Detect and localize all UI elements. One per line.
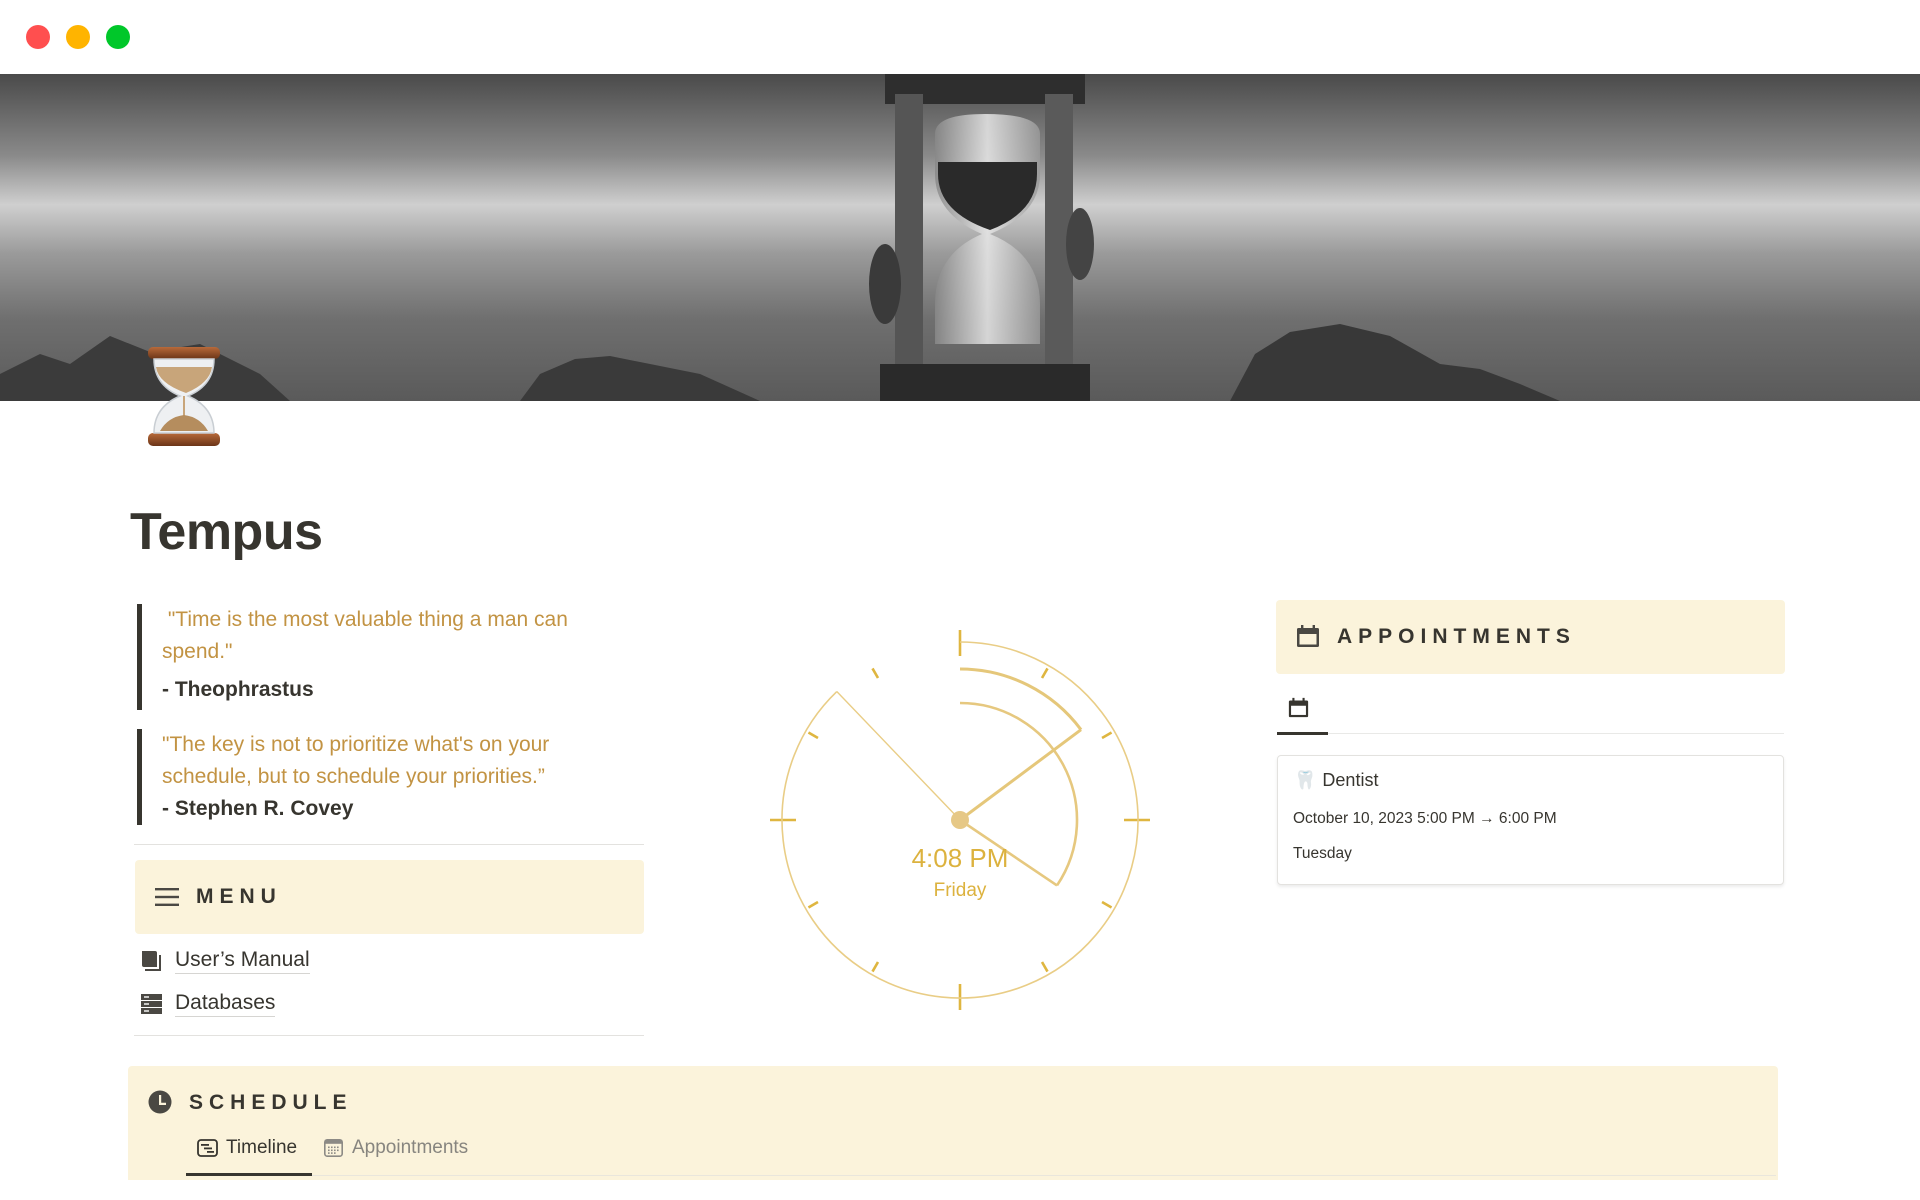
cover-image	[0, 74, 1920, 401]
quote-text-line: "The key is not to prioritize what's on …	[162, 733, 550, 756]
calendar-grid-icon	[324, 1139, 343, 1157]
tab-label: Appointments	[352, 1137, 469, 1158]
divider	[134, 844, 644, 845]
calendar-view-tab[interactable]	[1288, 697, 1309, 718]
clock-day-label: Friday	[934, 880, 987, 901]
appointment-date-range: October 10, 2023 5:00 PM → 6:00 PM	[1293, 810, 1557, 827]
minimize-window-button[interactable]	[66, 25, 90, 49]
appointment-card[interactable]: 🦷 Dentist October 10, 2023 5:00 PM → 6:0…	[1277, 755, 1784, 885]
clock-minor-tick	[1101, 900, 1113, 909]
book-icon	[142, 950, 161, 971]
quote-text-line: schedule, but to schedule your prioritie…	[162, 765, 545, 788]
quote-block: "The key is not to prioritize what's on …	[137, 729, 607, 825]
clock-center-dot	[951, 811, 969, 829]
quote-author: - Stephen R. Covey	[162, 797, 354, 820]
page-title: Tempus	[130, 503, 323, 561]
menu-callout: MENU	[135, 860, 644, 934]
zoom-window-button[interactable]	[106, 25, 130, 49]
quote-text-line: "Time is the most valuable thing a man c…	[162, 608, 568, 631]
clock-minor-tick	[871, 667, 880, 679]
tab-label: Timeline	[226, 1137, 298, 1158]
divider	[134, 1035, 644, 1036]
clock-widget: 4:08 PM Friday	[770, 630, 1150, 1010]
tab-appointments[interactable]: Appointments	[324, 1137, 468, 1159]
quote-block: "Time is the most valuable thing a man c…	[137, 604, 607, 710]
quote-author: - Theophrastus	[162, 678, 314, 701]
appointment-weekday: Tuesday	[1293, 845, 1352, 862]
appointments-title: APPOINTMENTS	[1337, 625, 1576, 648]
database-icon	[141, 993, 162, 1014]
menu-link-label[interactable]: Databases	[175, 990, 276, 1017]
clock-icon	[148, 1090, 172, 1114]
tab-timeline[interactable]: Timeline	[197, 1137, 297, 1159]
appointment-name: 🦷 Dentist	[1294, 770, 1378, 791]
appointment-title: Dentist	[1322, 770, 1379, 790]
appointments-callout: APPOINTMENTS	[1276, 600, 1785, 674]
cover-hourglass-photo	[0, 74, 1560, 401]
tab-bar-divider	[186, 1175, 1776, 1176]
clock-minor-tick	[871, 961, 880, 973]
clock-minute-hand	[959, 728, 1082, 822]
active-tab-indicator	[186, 1173, 312, 1176]
schedule-title: SCHEDULE	[189, 1091, 353, 1114]
tab-bar-divider	[1277, 733, 1784, 734]
window-titlebar	[0, 0, 1920, 74]
active-tab-indicator	[1277, 732, 1328, 735]
menu-link-users-manual[interactable]: User’s Manual	[141, 947, 310, 974]
calendar-icon	[1297, 625, 1319, 647]
tooth-icon: 🦷	[1294, 770, 1317, 790]
clock-minor-tick	[1040, 667, 1049, 679]
menu-link-databases[interactable]: Databases	[141, 990, 276, 1017]
clock-second-hand	[836, 691, 961, 821]
clock-minor-tick	[807, 731, 819, 740]
menu-title: MENU	[196, 885, 282, 908]
close-window-button[interactable]	[26, 25, 50, 49]
clock-minor-tick	[1040, 961, 1049, 973]
clock-time-label: 4:08 PM	[912, 843, 1009, 873]
timeline-icon	[197, 1139, 218, 1157]
quote-text-line: spend."	[162, 640, 233, 663]
clock-minor-tick	[1101, 731, 1113, 740]
clock-minor-tick	[807, 900, 819, 909]
menu-link-label[interactable]: User’s Manual	[175, 947, 310, 974]
schedule-callout: SCHEDULE	[128, 1066, 1778, 1180]
page-icon-hourglass[interactable]	[146, 345, 222, 449]
hamburger-icon	[155, 888, 179, 906]
